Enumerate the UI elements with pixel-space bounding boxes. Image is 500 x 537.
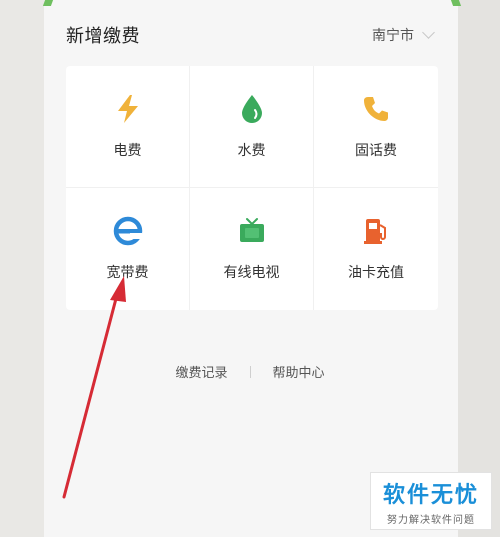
- help-center-link[interactable]: 帮助中心: [273, 362, 325, 381]
- browser-e-icon: [113, 216, 143, 246]
- chevron-down-icon: [422, 26, 435, 39]
- service-label: 有线电视: [223, 265, 280, 281]
- service-label: 电费: [113, 143, 142, 159]
- background-left: [0, 0, 44, 537]
- service-fuel-card[interactable]: 油卡充值: [314, 188, 438, 310]
- watermark-title: 软件无忧: [382, 482, 479, 508]
- service-cable-tv[interactable]: 有线电视: [190, 188, 314, 310]
- watermark-logo: 软件无忧 努力解决软件问题: [370, 472, 492, 530]
- service-water[interactable]: 水费: [190, 66, 314, 188]
- service-grid: 电费 水费 固话费 宽带费 有线电视 油卡充值: [66, 66, 438, 310]
- payment-records-link[interactable]: 缴费记录: [175, 362, 227, 381]
- lightning-icon: [113, 94, 143, 124]
- fuel-pump-icon: [361, 216, 391, 246]
- top-accent: [450, 0, 462, 6]
- city-label: 南宁市: [372, 28, 414, 44]
- background-right: [458, 0, 500, 537]
- service-broadband[interactable]: 宽带费: [66, 188, 190, 310]
- service-label: 水费: [237, 143, 266, 159]
- service-label: 固话费: [355, 143, 397, 159]
- watermark-subtitle: 努力解决软件问题: [387, 514, 475, 526]
- phone-icon: [361, 94, 391, 124]
- service-label: 油卡充值: [348, 265, 404, 281]
- water-drop-icon: [237, 94, 267, 124]
- tv-icon: [237, 216, 267, 246]
- service-landline[interactable]: 固话费: [314, 66, 438, 188]
- service-label: 宽带费: [106, 265, 149, 281]
- link-divider: [249, 365, 251, 378]
- city-selector[interactable]: 南宁市: [372, 25, 435, 45]
- footer-links: 缴费记录 帮助中心: [0, 362, 500, 381]
- service-electricity[interactable]: 电费: [66, 66, 190, 188]
- section-title: 新增缴费: [66, 26, 140, 47]
